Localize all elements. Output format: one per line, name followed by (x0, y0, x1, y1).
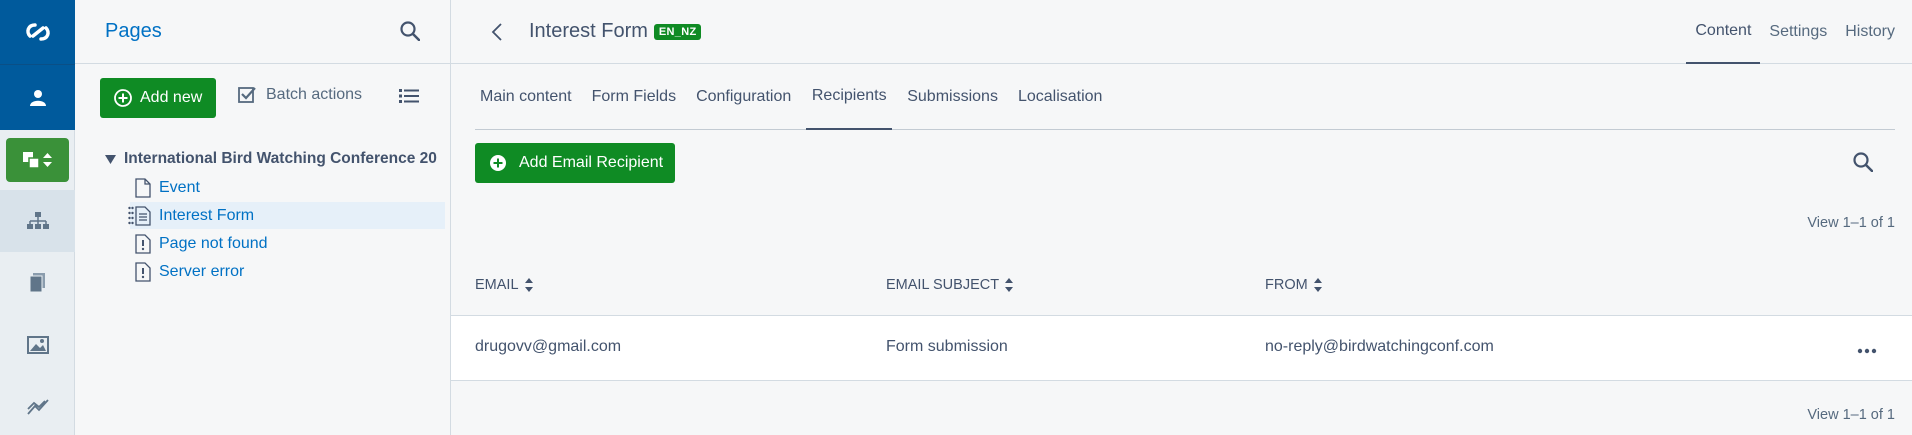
cell-from: no-reply@birdwatchingconf.com (1265, 338, 1494, 355)
left-navigation-rail (0, 0, 75, 435)
tree-node-label: Interest Form (159, 206, 255, 224)
page-icon (135, 177, 151, 198)
site-tree-panel: Pages Add new Batch actions Internationa… (75, 0, 451, 435)
column-label: FROM (1265, 277, 1308, 293)
tab-form-fields[interactable]: Form Fields (587, 64, 681, 130)
locale-switcher[interactable] (6, 138, 69, 182)
header-tabs: Content Settings History (1686, 0, 1912, 64)
reports-nav[interactable] (0, 376, 75, 435)
plus-circle-icon (114, 89, 132, 107)
error-page-icon (135, 261, 151, 282)
cell-email-subject: Form submission (886, 338, 1008, 355)
add-new-label: Add new (140, 89, 203, 106)
tab-content[interactable]: Content (1686, 0, 1761, 64)
recipients-search-button[interactable] (1853, 152, 1874, 176)
page-title-text: Interest Form (529, 20, 648, 42)
batch-actions-button[interactable]: Batch actions (238, 86, 362, 104)
sort-icon (1005, 278, 1014, 292)
column-email[interactable]: EMAIL (475, 277, 533, 293)
batch-actions-label: Batch actions (266, 86, 363, 103)
app-logo[interactable] (0, 0, 75, 64)
column-label: EMAIL SUBJECT (886, 277, 1000, 293)
content-tabs: Main content Form Fields Configuration R… (475, 64, 1895, 130)
locale-badge: EN_NZ (653, 23, 702, 40)
pagination-summary-bottom: View 1–1 of 1 (1807, 407, 1895, 423)
tree-root-node[interactable]: International Bird Watching Conference 2… (105, 150, 437, 168)
form-page-icon (135, 205, 151, 226)
tree-node-label: Event (159, 178, 200, 196)
chart-line-icon (26, 399, 49, 415)
tree-node-server-error[interactable]: Server error (130, 258, 445, 285)
files-nav[interactable] (0, 314, 75, 376)
add-email-recipient-button[interactable]: Add Email Recipient (475, 143, 676, 183)
tab-recipients[interactable]: Recipients (806, 64, 893, 130)
documents-icon (29, 273, 45, 293)
tree-header: Pages (75, 0, 450, 64)
sitemap-icon (26, 212, 49, 229)
page-header: Interest Form EN_NZ Content Settings His… (451, 0, 1912, 64)
caret-down-icon[interactable] (105, 154, 116, 164)
tree-title: Pages (105, 20, 162, 42)
add-email-recipient-label: Add Email Recipient (519, 154, 664, 171)
translate-icon (23, 152, 39, 168)
page-title: Interest Form EN_NZ (529, 20, 702, 43)
tab-main-content[interactable]: Main content (475, 64, 577, 130)
site-tree-nav[interactable] (0, 190, 75, 252)
chevron-left-icon (491, 23, 502, 41)
table-row[interactable]: drugovv@gmail.com Form submission no-rep… (451, 316, 1912, 381)
cell-email: drugovv@gmail.com (475, 338, 622, 355)
search-icon (1853, 152, 1874, 173)
column-from[interactable]: FROM (1265, 277, 1322, 293)
sort-arrows-icon (43, 153, 52, 167)
tree-root-label: International Bird Watching Conference 2… (124, 150, 437, 167)
tab-history[interactable]: History (1836, 0, 1904, 64)
add-new-button[interactable]: Add new (100, 78, 217, 118)
logo-icon (25, 23, 50, 41)
tree-node-label: Page not found (159, 234, 268, 252)
user-icon (29, 89, 46, 106)
list-icon (399, 89, 419, 103)
tab-submissions[interactable]: Submissions (902, 64, 1003, 130)
tree-node-interest-form[interactable]: Interest Form (128, 202, 445, 229)
tab-settings[interactable]: Settings (1760, 0, 1836, 64)
plus-circle-icon (490, 155, 506, 171)
back-button[interactable] (491, 22, 503, 46)
main-content: Interest Form EN_NZ Content Settings His… (451, 0, 1912, 435)
tree-node-event[interactable]: Event (130, 174, 445, 201)
tab-localisation[interactable]: Localisation (1013, 64, 1108, 130)
image-icon (26, 336, 49, 354)
tree-node-page-not-found[interactable]: Page not found (130, 230, 445, 257)
column-label: EMAIL (475, 277, 519, 293)
tree-search-button[interactable] (400, 21, 421, 45)
sort-icon (524, 278, 533, 292)
list-view-toggle[interactable] (399, 88, 419, 108)
pagination-summary-top: View 1–1 of 1 (1807, 215, 1895, 231)
tab-configuration[interactable]: Configuration (691, 64, 796, 130)
table-header: EMAIL EMAIL SUBJECT FROM (451, 262, 1912, 316)
sort-icon (1313, 278, 1322, 292)
error-page-icon (135, 233, 151, 254)
row-actions-button[interactable] (1857, 341, 1877, 358)
column-email-subject[interactable]: EMAIL SUBJECT (886, 277, 1014, 293)
tree-node-label: Server error (159, 262, 245, 280)
more-horizontal-icon (1857, 348, 1877, 354)
search-icon (400, 21, 421, 42)
drag-handle-icon[interactable] (128, 206, 134, 226)
user-menu[interactable] (0, 64, 75, 130)
pages-nav[interactable] (0, 252, 75, 314)
checkbox-checked-icon (238, 87, 256, 103)
